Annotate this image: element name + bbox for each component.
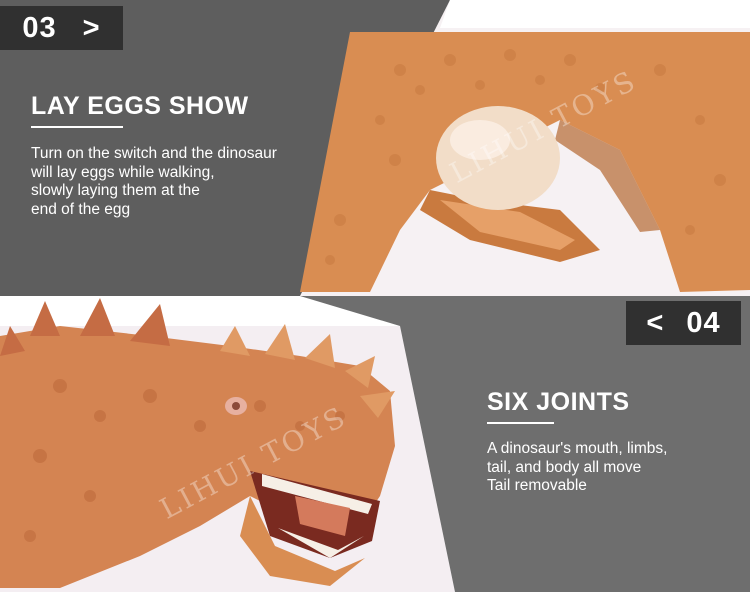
section-number: 03 xyxy=(22,11,57,44)
section-number-tag: 03 > xyxy=(0,6,123,50)
chevron-right-icon: > xyxy=(82,11,101,44)
description-line: A dinosaur's mouth, limbs, xyxy=(487,440,668,457)
title-underline xyxy=(31,126,123,128)
feature-panel-six-joints: < 04 SIX JOINTS A dinosaur's mouth, limb… xyxy=(0,296,750,592)
description-line: end of the egg xyxy=(31,200,131,218)
section-title: LAY EGGS SHOW xyxy=(31,92,249,120)
description-line: will lay eggs while walking, xyxy=(31,163,215,181)
section-description: Turn on the switch and the dinosaur will… xyxy=(31,145,277,219)
section-number: 04 xyxy=(686,306,721,339)
chevron-left-icon: < xyxy=(646,306,665,339)
title-underline xyxy=(487,422,554,424)
description-line: tail, and body all move xyxy=(487,458,642,476)
description-line: Tail removable xyxy=(487,477,587,494)
section-number-tag: < 04 xyxy=(626,301,741,345)
feature-panel-lay-eggs: 03 > LAY EGGS SHOW Turn on the switch an… xyxy=(0,0,750,296)
section-title: SIX JOINTS xyxy=(487,388,630,416)
section-description: A dinosaur's mouth, limbs, tail, and bod… xyxy=(487,440,667,496)
description-line: Turn on the switch and the dinosaur xyxy=(31,145,277,162)
description-line: slowly laying them at the xyxy=(31,182,200,199)
